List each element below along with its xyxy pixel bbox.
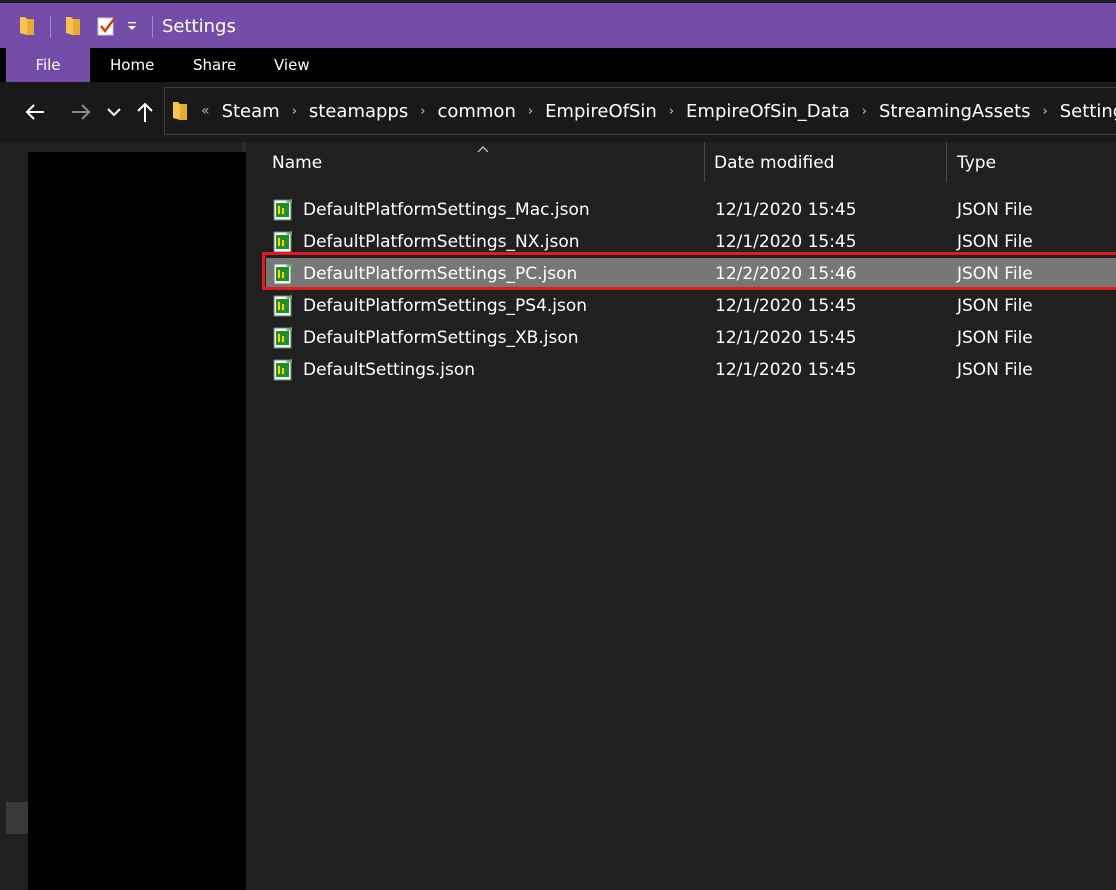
file-row[interactable]: DefaultPlatformSettings_PS4.json 12/1/202… xyxy=(266,290,1116,322)
breadcrumb-chevron-icon[interactable]: › xyxy=(862,104,867,119)
file-date-modified: 12/1/2020 15:45 xyxy=(715,328,857,348)
tab-file[interactable]: File xyxy=(6,48,90,82)
file-name: DefaultPlatformSettings_Mac.json xyxy=(303,200,590,220)
breadcrumb-chevron-icon[interactable]: › xyxy=(292,104,297,119)
file-name: DefaultPlatformSettings_PC.json xyxy=(303,264,578,284)
breadcrumb-overflow[interactable]: « xyxy=(201,103,210,119)
file-row[interactable]: DefaultPlatformSettings_XB.json 12/1/2020… xyxy=(266,322,1116,354)
json-file-icon xyxy=(272,199,294,221)
json-file-icon xyxy=(272,295,294,317)
file-list: Name Date modified Type DefaultPlatformS… xyxy=(246,142,1116,890)
window-title: Settings xyxy=(162,16,236,37)
breadcrumb-item-empireofsin-data[interactable]: EmpireOfSin_Data xyxy=(686,101,850,122)
back-arrow-icon[interactable] xyxy=(22,98,48,126)
forward-arrow-icon[interactable] xyxy=(68,98,94,126)
folder-icon[interactable] xyxy=(64,3,82,48)
column-date-modified[interactable]: Date modified xyxy=(714,153,834,173)
file-date-modified: 12/1/2020 15:45 xyxy=(715,200,857,220)
json-file-icon xyxy=(272,327,294,349)
breadcrumb-chevron-icon[interactable]: › xyxy=(1043,104,1048,119)
file-type: JSON File xyxy=(957,200,1033,220)
file-name: DefaultPlatformSettings_PS4.json xyxy=(303,296,588,316)
json-file-icon xyxy=(272,263,294,285)
left-scroll-strip xyxy=(0,142,28,890)
file-date-modified: 12/1/2020 15:45 xyxy=(715,296,857,316)
column-divider[interactable] xyxy=(704,142,705,182)
breadcrumb-item-streamingassets[interactable]: StreamingAssets xyxy=(879,101,1031,122)
column-header: Name Date modified Type xyxy=(246,142,1116,184)
file-row[interactable]: DefaultPlatformSettings_Mac.json 12/1/202… xyxy=(266,194,1116,226)
breadcrumb-item-settings[interactable]: Settings xyxy=(1060,101,1116,122)
column-type[interactable]: Type xyxy=(957,153,996,173)
folder-icon xyxy=(18,3,36,48)
file-date-modified: 12/1/2020 15:45 xyxy=(715,360,857,380)
file-type: JSON File xyxy=(957,296,1033,316)
file-type: JSON File xyxy=(957,328,1033,348)
file-type: JSON File xyxy=(957,360,1033,380)
chevron-down-icon[interactable] xyxy=(104,98,124,126)
file-type: JSON File xyxy=(957,264,1033,284)
tab-home[interactable]: Home xyxy=(110,48,154,82)
breadcrumb-item-common[interactable]: common xyxy=(437,101,515,122)
file-row[interactable]: DefaultPlatformSettings_NX.json 12/1/2020… xyxy=(266,226,1116,258)
column-divider[interactable] xyxy=(946,142,947,182)
file-name: DefaultPlatformSettings_NX.json xyxy=(303,232,580,252)
file-row[interactable]: DefaultSettings.json 12/1/2020 15:45 JSON … xyxy=(266,354,1116,386)
file-name: DefaultPlatformSettings_XB.json xyxy=(303,328,579,348)
breadcrumb-item-steamapps[interactable]: steamapps xyxy=(309,101,408,122)
ribbon: File Home Share View xyxy=(0,48,1116,82)
file-date-modified: 12/1/2020 15:45 xyxy=(715,232,857,252)
breadcrumb-chevron-icon[interactable]: › xyxy=(420,104,425,119)
title-bar: Settings xyxy=(0,0,1116,48)
breadcrumb-item-empireofsin[interactable]: EmpireOfSin xyxy=(545,101,657,122)
sort-ascending-icon xyxy=(476,142,490,156)
breadcrumb-chevron-icon[interactable]: › xyxy=(528,104,533,119)
file-row[interactable]: DefaultPlatformSettings_PC.json 12/2/2020… xyxy=(266,258,1116,290)
scrollbar-thumb[interactable] xyxy=(6,802,28,834)
folder-icon xyxy=(171,100,189,126)
dropdown-icon[interactable] xyxy=(126,3,138,48)
file-date-modified: 12/2/2020 15:46 xyxy=(715,264,857,284)
breadcrumb-chevron-icon[interactable]: › xyxy=(669,104,674,119)
json-file-icon xyxy=(272,359,294,381)
json-file-icon xyxy=(272,231,294,253)
file-type: JSON File xyxy=(957,232,1033,252)
file-name: DefaultSettings.json xyxy=(303,360,476,380)
checklist-icon[interactable] xyxy=(96,3,116,48)
tab-view[interactable]: View xyxy=(274,48,310,82)
up-arrow-icon[interactable] xyxy=(134,98,156,126)
breadcrumb[interactable]: « Steam › steamapps › common › EmpireOfS… xyxy=(164,87,1116,135)
column-name[interactable]: Name xyxy=(272,153,322,173)
navigation-pane xyxy=(28,152,246,890)
tab-share[interactable]: Share xyxy=(193,48,236,82)
breadcrumb-item-steam[interactable]: Steam xyxy=(222,101,280,122)
